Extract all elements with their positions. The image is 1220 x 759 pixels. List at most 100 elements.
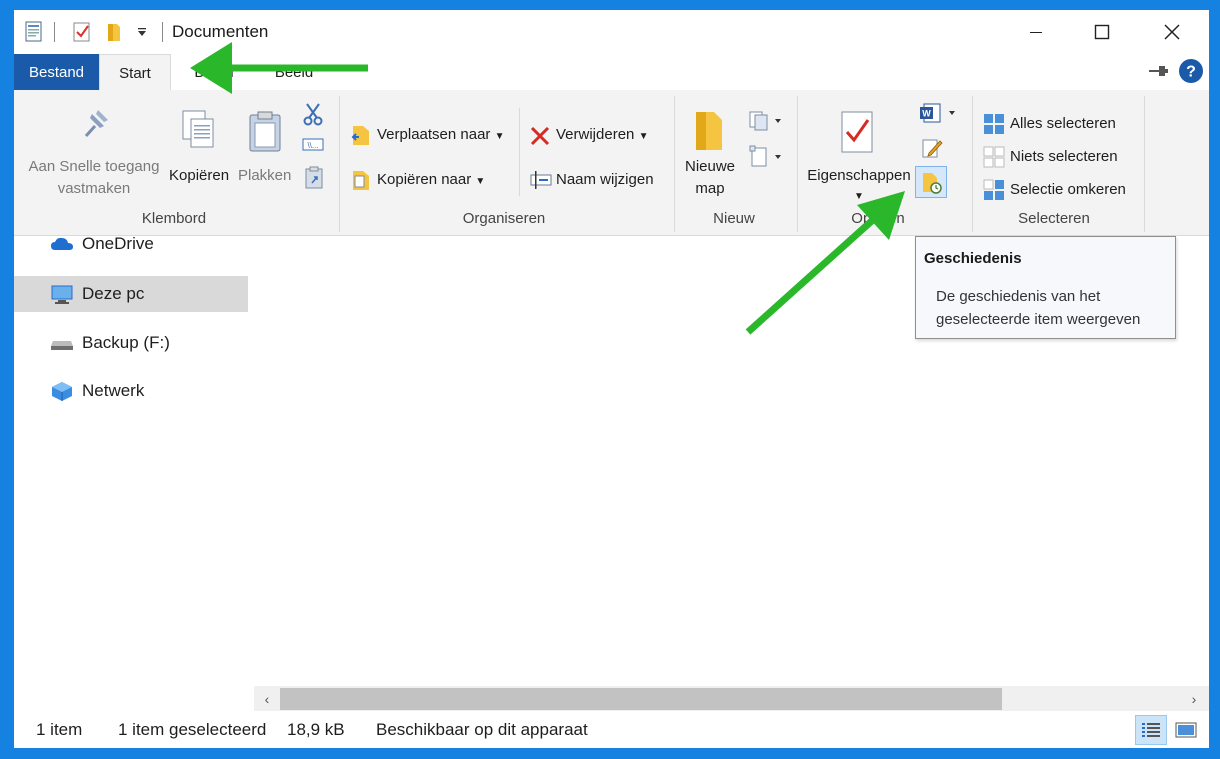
cloud-icon xyxy=(51,237,73,250)
chevron-down-icon: ▼ xyxy=(638,131,649,142)
large-icons-view-icon xyxy=(1175,722,1197,738)
rename-button[interactable]: Naam wijzigen xyxy=(556,171,654,188)
copy-to-button[interactable]: Kopiëren naar ▼ xyxy=(377,171,485,188)
nav-label-deze-pc: Deze pc xyxy=(82,284,145,303)
group-label-klembord: Klembord xyxy=(141,210,207,227)
rename-icon[interactable] xyxy=(529,169,553,195)
copy-icon[interactable] xyxy=(180,108,218,156)
status-size: 18,9 kB xyxy=(287,720,345,739)
nav-item-onedrive[interactable]: OneDrive xyxy=(14,226,248,262)
move-to-button[interactable]: Verplaatsen naar ▼ xyxy=(377,126,505,143)
properties-quick-icon[interactable] xyxy=(22,20,46,44)
delete-button[interactable]: Verwijderen ▼ xyxy=(556,126,648,143)
nav-label-onedrive: OneDrive xyxy=(82,234,154,253)
tab-start[interactable]: Start xyxy=(99,54,171,91)
tab-beeld[interactable]: Beeld xyxy=(262,54,326,90)
nav-label-backup: Backup (F:) xyxy=(82,333,170,352)
copy-button[interactable]: Kopiëren xyxy=(169,167,229,184)
tab-delen[interactable]: Delen xyxy=(184,54,244,90)
ribbon: Aan Snelle toegang vastmaken Kopiëren Pl… xyxy=(14,90,1209,236)
new-folder-button[interactable]: Nieuwe map xyxy=(678,156,742,200)
minimize-icon xyxy=(1030,32,1042,33)
invert-selection-icon[interactable] xyxy=(983,179,1005,205)
drive-icon xyxy=(51,341,73,350)
large-icons-view-button[interactable] xyxy=(1170,715,1202,745)
nav-item-deze-pc[interactable]: Deze pc xyxy=(14,276,248,312)
group-label-selecteren: Selecteren xyxy=(1018,210,1090,227)
invert-selection-button[interactable]: Selectie omkeren xyxy=(1010,181,1126,198)
ribbon-tabs: Bestand Start Delen Beeld ? xyxy=(14,54,1209,91)
properties-dropdown-icon[interactable]: ▼ xyxy=(852,191,866,202)
details-view-button[interactable] xyxy=(1135,715,1167,745)
check-quick-icon[interactable] xyxy=(70,20,94,44)
new-folder-icon[interactable] xyxy=(692,108,726,156)
move-to-icon[interactable] xyxy=(351,123,373,151)
close-button[interactable] xyxy=(1149,10,1195,54)
close-icon xyxy=(1164,24,1180,40)
pin-icon[interactable] xyxy=(78,106,112,146)
status-availability: Beschikbaar op dit apparaat xyxy=(376,720,588,739)
history-button[interactable] xyxy=(915,166,947,198)
maximize-button[interactable] xyxy=(1079,10,1125,54)
scroll-left-icon[interactable]: ‹ xyxy=(256,688,278,710)
pin-label-line1: Aan Snelle toegang xyxy=(28,158,160,175)
help-icon[interactable]: ? xyxy=(1178,58,1204,88)
nav-label-netwerk: Netwerk xyxy=(82,381,145,400)
chevron-down-icon: ▼ xyxy=(475,176,486,187)
svg-text:?: ? xyxy=(1186,64,1196,81)
tab-bestand[interactable]: Bestand xyxy=(14,54,99,90)
delete-label: Verwijderen xyxy=(556,126,635,143)
copy-path-icon[interactable]: \\... xyxy=(302,136,324,158)
explorer-window: Documenten Bestand Start Delen Beeld ? A… xyxy=(14,10,1209,748)
cut-icon[interactable] xyxy=(302,102,324,130)
tooltip-title: Geschiedenis xyxy=(924,250,1022,267)
delete-icon[interactable] xyxy=(529,125,551,151)
new-item-icon[interactable] xyxy=(748,110,784,136)
easy-access-icon[interactable] xyxy=(748,145,784,173)
new-folder-label-line1: Nieuwe xyxy=(684,158,736,175)
scrollbar-thumb[interactable] xyxy=(280,688,1002,710)
group-label-openen: Openen xyxy=(851,210,905,227)
status-bar: 1 item 1 item geselecteerd 18,9 kB Besch… xyxy=(14,711,1209,748)
paste-icon[interactable] xyxy=(247,110,283,158)
history-tooltip: Geschiedenis De geschiedenis van het ges… xyxy=(915,236,1176,339)
navigation-pane: OneDrive Deze pc Backup (F:) Netwerk xyxy=(14,234,251,706)
svg-text:\\...: \\... xyxy=(307,141,318,150)
nav-item-backup[interactable]: Backup (F:) xyxy=(14,325,248,361)
paste-shortcut-icon[interactable] xyxy=(304,166,324,194)
new-folder-quick-icon[interactable] xyxy=(102,20,126,44)
pin-to-quick-access-button[interactable]: Aan Snelle toegang vastmaken xyxy=(18,156,170,200)
paste-button[interactable]: Plakken xyxy=(238,167,291,184)
select-none-icon[interactable] xyxy=(983,146,1005,172)
history-icon xyxy=(923,173,942,194)
minimize-button[interactable] xyxy=(1013,10,1059,54)
nav-item-netwerk[interactable]: Netwerk xyxy=(14,373,248,409)
computer-icon xyxy=(51,285,73,304)
details-view-icon xyxy=(1142,723,1160,737)
horizontal-scrollbar[interactable]: ‹ › xyxy=(254,686,1209,711)
copy-to-icon[interactable] xyxy=(351,168,373,196)
scroll-right-icon[interactable]: › xyxy=(1183,688,1205,710)
network-icon xyxy=(52,382,72,401)
select-all-button[interactable]: Alles selecteren xyxy=(1010,115,1116,132)
open-with-word-icon[interactable]: W xyxy=(918,102,960,128)
group-label-nieuw: Nieuw xyxy=(713,210,755,227)
chevron-down-icon: ▼ xyxy=(494,131,505,142)
properties-icon[interactable] xyxy=(840,110,874,158)
select-all-icon[interactable] xyxy=(983,113,1005,139)
edit-icon[interactable] xyxy=(920,136,944,164)
pin-label-line2: vastmaken xyxy=(57,180,131,197)
copy-to-label: Kopiëren naar xyxy=(377,171,472,188)
pin-ribbon-icon[interactable] xyxy=(1147,62,1169,84)
group-label-organiseren: Organiseren xyxy=(462,210,546,227)
customize-quick-access-icon[interactable] xyxy=(132,20,152,44)
status-selected: 1 item geselecteerd xyxy=(118,720,267,739)
tooltip-body: De geschiedenis van het geselecteerde it… xyxy=(936,288,1141,328)
maximize-icon xyxy=(1094,24,1110,40)
select-none-button[interactable]: Niets selecteren xyxy=(1010,148,1118,165)
svg-text:W: W xyxy=(922,109,931,119)
properties-button[interactable]: Eigenschappen xyxy=(804,167,914,184)
title-bar: Documenten xyxy=(14,10,1209,54)
move-to-label: Verplaatsen naar xyxy=(377,126,491,143)
new-folder-label-line2: map xyxy=(695,180,725,197)
